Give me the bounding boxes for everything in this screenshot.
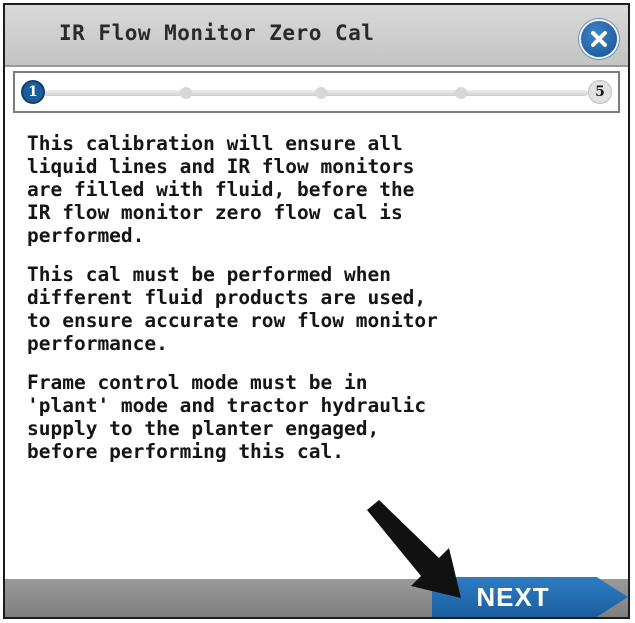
close-button[interactable] bbox=[579, 19, 619, 59]
progress-step-marker bbox=[315, 87, 327, 99]
dialog-title: IR Flow Monitor Zero Cal bbox=[59, 21, 375, 45]
total-steps-indicator: 5 bbox=[588, 80, 612, 104]
instructions-text: This calibration will ensure all liquid … bbox=[27, 132, 614, 479]
instruction-paragraph: This cal must be performed when differen… bbox=[27, 263, 438, 355]
pointer-arrow-icon bbox=[367, 500, 461, 598]
step-progress-bar: 1 5 bbox=[13, 71, 620, 113]
current-step-indicator: 1 bbox=[21, 80, 45, 104]
calibration-dialog: IR Flow Monitor Zero Cal 1 5 This calibr… bbox=[3, 3, 630, 619]
instruction-paragraph: This calibration will ensure all liquid … bbox=[27, 132, 415, 247]
instruction-paragraph: Frame control mode must be in 'plant' mo… bbox=[27, 371, 427, 463]
progress-step-marker bbox=[455, 87, 467, 99]
close-icon bbox=[591, 31, 607, 47]
title-bar: IR Flow Monitor Zero Cal bbox=[5, 5, 628, 67]
progress-step-marker bbox=[180, 87, 192, 99]
